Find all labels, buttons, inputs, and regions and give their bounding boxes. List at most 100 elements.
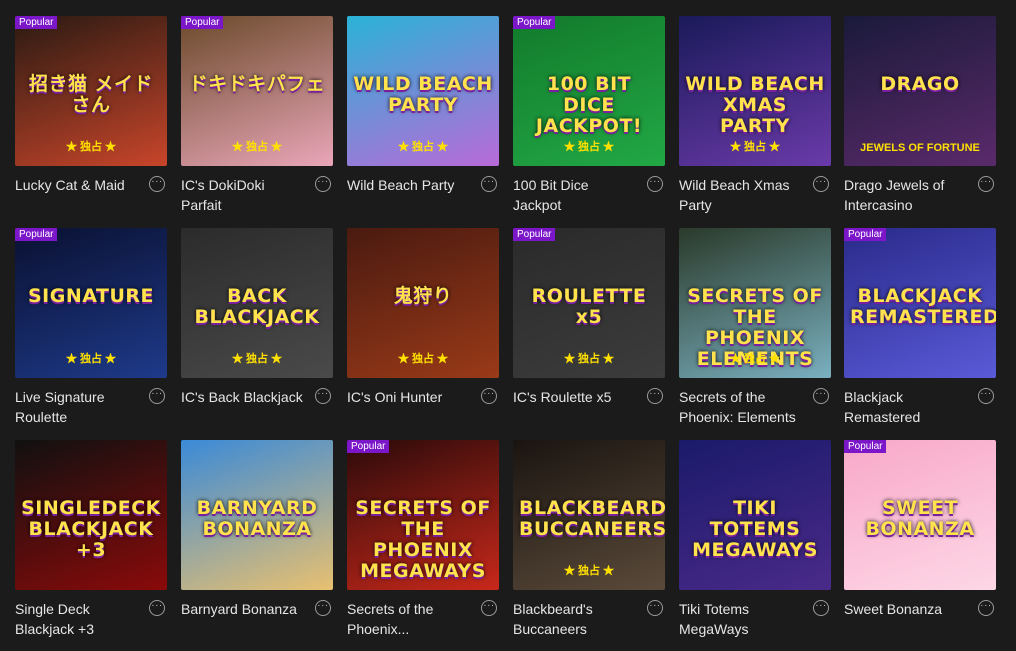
game-thumbnail[interactable]: SINGLEDECK BLACKJACK +3 <box>15 440 167 590</box>
game-thumbnail[interactable]: Popular ROULETTE x5 ★ 独占 ★ <box>513 228 665 378</box>
exclusive-label: ★ 独占 ★ <box>563 141 615 153</box>
game-title[interactable]: Secrets of the Phoenix: Elements <box>679 387 803 427</box>
more-options-icon[interactable]: ··· <box>315 600 331 616</box>
popular-badge: Popular <box>513 228 556 241</box>
game-card[interactable]: SECRETS OF THE PHOENIX ELEMENTS ★ 独占 ★ Sec… <box>679 228 831 431</box>
game-card[interactable]: Popular SECRETS OF THE PHOENIX MEGAWAYS Se… <box>347 440 499 643</box>
game-thumbnail[interactable]: Popular 招き猫 メイドさん ★ 独占 ★ <box>15 16 167 166</box>
game-card[interactable]: Popular SWEET BONANZA Sweet Bonanza ··· <box>844 440 996 643</box>
more-options-icon[interactable]: ··· <box>813 176 829 192</box>
game-thumbnail[interactable]: WILD BEACH XMAS PARTY ★ 独占 ★ <box>679 16 831 166</box>
more-options-icon[interactable]: ··· <box>481 176 497 192</box>
ellipsis-glyph: ··· <box>317 599 329 611</box>
game-thumbnail[interactable]: Popular SECRETS OF THE PHOENIX MEGAWAYS <box>347 440 499 590</box>
game-card[interactable]: Popular ドキドキパフェ ★ 独占 ★ IC's DokiDoki Parfai… <box>181 16 333 219</box>
more-options-icon[interactable]: ··· <box>647 388 663 404</box>
game-meta: IC's Roulette x5 ··· <box>513 387 665 431</box>
game-title[interactable]: Secrets of the Phoenix... <box>347 599 471 639</box>
more-options-icon[interactable]: ··· <box>315 176 331 192</box>
game-card[interactable]: DRAGO JEWELS OF FORTUNE Drago Jewels of In… <box>844 16 996 219</box>
game-thumbnail[interactable]: SECRETS OF THE PHOENIX ELEMENTS ★ 独占 ★ <box>679 228 831 378</box>
popular-badge: Popular <box>15 16 58 29</box>
game-title[interactable]: Wild Beach Party <box>347 175 471 195</box>
game-meta: Live Signature Roulette ··· <box>15 387 167 431</box>
game-card[interactable]: BLACKBEARD'S BUCCANEERS ★ 独占 ★ Blackbeard'… <box>513 440 665 643</box>
exclusive-label: ★ 独占 ★ <box>563 565 615 577</box>
ellipsis-glyph: ··· <box>483 175 495 187</box>
game-thumbnail[interactable]: 鬼狩り ★ 独占 ★ <box>347 228 499 378</box>
game-title[interactable]: IC's Roulette x5 <box>513 387 637 407</box>
game-thumbnail[interactable]: BLACKBEARD'S BUCCANEERS ★ 独占 ★ <box>513 440 665 590</box>
game-meta: Drago Jewels of Intercasino ··· <box>844 175 996 219</box>
ellipsis-glyph: ··· <box>649 387 661 399</box>
game-thumbnail[interactable]: DRAGO JEWELS OF FORTUNE <box>844 16 996 166</box>
game-title[interactable]: Wild Beach Xmas Party <box>679 175 803 215</box>
game-title[interactable]: Live Signature Roulette <box>15 387 139 427</box>
game-title[interactable]: Tiki Totems MegaWays <box>679 599 803 639</box>
ellipsis-glyph: ··· <box>980 175 992 187</box>
exclusive-label: ★ 独占 ★ <box>729 141 781 153</box>
more-options-icon[interactable]: ··· <box>813 600 829 616</box>
more-options-icon[interactable]: ··· <box>647 600 663 616</box>
game-card[interactable]: WILD BEACH PARTY ★ 独占 ★ Wild Beach Party ··… <box>347 16 499 219</box>
game-meta: Secrets of the Phoenix... ··· <box>347 599 499 643</box>
game-title[interactable]: Blackbeard's Buccaneers <box>513 599 637 639</box>
more-options-icon[interactable]: ··· <box>481 600 497 616</box>
game-title[interactable]: Barnyard Bonanza <box>181 599 305 619</box>
game-title[interactable]: IC's DokiDoki Parfait <box>181 175 305 215</box>
game-title[interactable]: IC's Back Blackjack <box>181 387 305 407</box>
game-meta: Wild Beach Party ··· <box>347 175 499 219</box>
game-thumbnail[interactable]: TIKI TOTEMS MEGAWAYS <box>679 440 831 590</box>
more-options-icon[interactable]: ··· <box>149 388 165 404</box>
game-card[interactable]: WILD BEACH XMAS PARTY ★ 独占 ★ Wild Beach Xm… <box>679 16 831 219</box>
more-options-icon[interactable]: ··· <box>978 388 994 404</box>
game-card[interactable]: Popular BLACKJACK REMASTERED Blackjack Rem… <box>844 228 996 431</box>
game-thumbnail[interactable]: Popular BLACKJACK REMASTERED <box>844 228 996 378</box>
game-logo: WILD BEACH PARTY <box>353 73 493 116</box>
more-options-icon[interactable]: ··· <box>813 388 829 404</box>
game-title[interactable]: Blackjack Remastered <box>844 387 968 427</box>
more-options-icon[interactable]: ··· <box>978 600 994 616</box>
popular-badge: Popular <box>181 16 224 29</box>
popular-badge: Popular <box>15 228 58 241</box>
game-title[interactable]: Single Deck Blackjack +3 <box>15 599 139 639</box>
ellipsis-glyph: ··· <box>815 175 827 187</box>
exclusive-label: ★ 独占 ★ <box>397 353 449 365</box>
more-options-icon[interactable]: ··· <box>149 176 165 192</box>
game-card[interactable]: 鬼狩り ★ 独占 ★ IC's Oni Hunter ··· <box>347 228 499 431</box>
popular-badge: Popular <box>844 440 887 453</box>
game-card[interactable]: TIKI TOTEMS MEGAWAYS Tiki Totems MegaWays… <box>679 440 831 643</box>
game-thumbnail[interactable]: BARNYARD BONANZA <box>181 440 333 590</box>
game-meta: Blackjack Remastered ··· <box>844 387 996 431</box>
game-logo: SINGLEDECK BLACKJACK +3 <box>21 497 161 561</box>
game-card[interactable]: BACK BLACKJACK ★ 独占 ★ IC's Back Blackjack ·… <box>181 228 333 431</box>
game-title[interactable]: Drago Jewels of Intercasino <box>844 175 968 215</box>
game-card[interactable]: Popular ROULETTE x5 ★ 独占 ★ IC's Roulette x5… <box>513 228 665 431</box>
more-options-icon[interactable]: ··· <box>481 388 497 404</box>
more-options-icon[interactable]: ··· <box>149 600 165 616</box>
game-logo: 招き猫 メイドさん <box>28 73 154 116</box>
game-card[interactable]: Popular SIGNATURE ★ 独占 ★ Live Signature Rou… <box>15 228 167 431</box>
game-card[interactable]: BARNYARD BONANZA Barnyard Bonanza ··· <box>181 440 333 643</box>
more-options-icon[interactable]: ··· <box>978 176 994 192</box>
game-card[interactable]: SINGLEDECK BLACKJACK +3 Single Deck Black… <box>15 440 167 643</box>
game-logo: BLACKJACK REMASTERED <box>850 285 996 328</box>
more-options-icon[interactable]: ··· <box>315 388 331 404</box>
game-logo: 100 BIT DICE JACKPOT! <box>535 73 643 137</box>
game-title[interactable]: 100 Bit Dice Jackpot <box>513 175 637 215</box>
game-title[interactable]: Sweet Bonanza <box>844 599 968 619</box>
more-options-icon[interactable]: ··· <box>647 176 663 192</box>
game-title[interactable]: IC's Oni Hunter <box>347 387 471 407</box>
game-thumbnail[interactable]: Popular SWEET BONANZA <box>844 440 996 590</box>
game-thumbnail[interactable]: Popular 100 BIT DICE JACKPOT! ★ 独占 ★ <box>513 16 665 166</box>
game-thumbnail[interactable]: BACK BLACKJACK ★ 独占 ★ <box>181 228 333 378</box>
game-title[interactable]: Lucky Cat & Maid <box>15 175 139 195</box>
exclusive-label: JEWELS OF FORTUNE <box>860 142 980 154</box>
game-card[interactable]: Popular 100 BIT DICE JACKPOT! ★ 独占 ★ 100 Bi… <box>513 16 665 219</box>
ellipsis-glyph: ··· <box>151 599 163 611</box>
game-logo: WILD BEACH XMAS PARTY <box>685 73 825 137</box>
game-thumbnail[interactable]: Popular ドキドキパフェ ★ 独占 ★ <box>181 16 333 166</box>
game-card[interactable]: Popular 招き猫 メイドさん ★ 独占 ★ Lucky Cat & Maid ··… <box>15 16 167 219</box>
game-thumbnail[interactable]: Popular SIGNATURE ★ 独占 ★ <box>15 228 167 378</box>
game-thumbnail[interactable]: WILD BEACH PARTY ★ 独占 ★ <box>347 16 499 166</box>
